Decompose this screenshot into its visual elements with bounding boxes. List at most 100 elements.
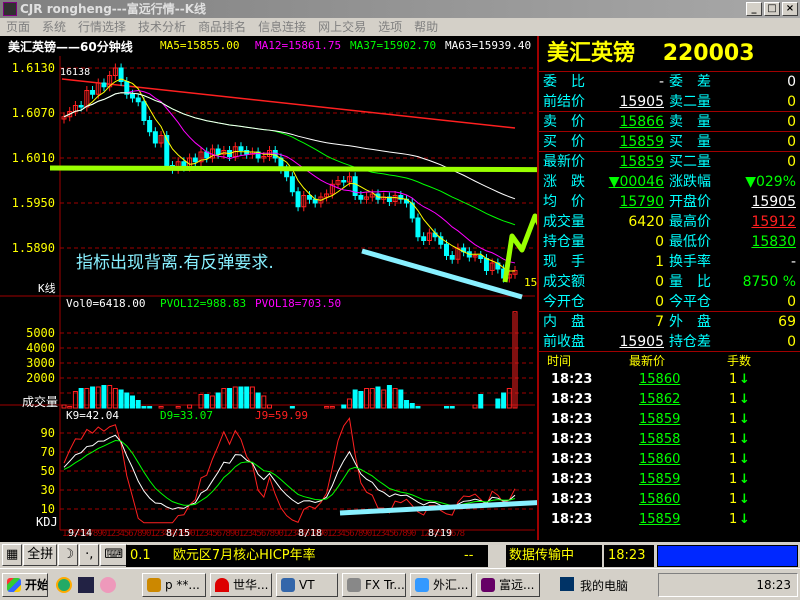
down-arrow-icon: ↓ bbox=[739, 512, 750, 527]
quote-value: ▼00046 bbox=[608, 174, 664, 190]
keyboard-icon[interactable]: ⌨ bbox=[100, 544, 128, 566]
taskbar-item[interactable]: 世华... bbox=[210, 573, 272, 597]
tick-volume: 1 bbox=[729, 492, 738, 507]
tick-row: 18:23 15862 1 ↓ bbox=[539, 390, 800, 410]
close-button[interactable]: × bbox=[782, 2, 798, 16]
quote-value: 15790 bbox=[619, 194, 664, 210]
quote-label: 前收盘 bbox=[543, 334, 585, 350]
quote-row: 均 价 15790 开盘价 15905 bbox=[539, 192, 800, 212]
volume-panel-label: 成交量 bbox=[22, 395, 59, 409]
app-icon bbox=[281, 578, 295, 592]
tick-volume: 1 bbox=[729, 372, 738, 387]
taskbar-item[interactable]: p **... bbox=[142, 573, 206, 597]
volume-bar bbox=[198, 394, 204, 409]
tick-row: 18:23 15860 1 ↓ bbox=[539, 450, 800, 470]
quote-row: 最新价 15859 买二量 0 bbox=[539, 152, 800, 172]
maximize-button[interactable]: □ bbox=[764, 2, 780, 16]
quote-value: 15866 bbox=[619, 114, 664, 130]
avatar-icon[interactable] bbox=[100, 577, 116, 593]
quote-value: - bbox=[658, 74, 664, 90]
volume-bar bbox=[329, 406, 335, 409]
candle bbox=[306, 195, 312, 200]
tick-row: 18:23 15859 1 ↓ bbox=[539, 470, 800, 490]
news-ticker[interactable]: 0.1 欧元区7月核心HICP年率 -- bbox=[126, 545, 488, 567]
ma63-line bbox=[63, 92, 516, 200]
tick-price: 15859 bbox=[639, 412, 681, 427]
start-button[interactable]: 开始 bbox=[2, 573, 48, 597]
quote-value: 15905 bbox=[751, 194, 796, 210]
computer-icon[interactable] bbox=[560, 577, 574, 591]
tick-row: 18:23 15860 1 ↓ bbox=[539, 490, 800, 510]
volume-bar bbox=[267, 404, 273, 409]
quote-value: - bbox=[790, 254, 796, 270]
quote-value: 8750 % bbox=[742, 274, 796, 290]
taskbar-item[interactable]: 外汇... bbox=[410, 573, 472, 597]
status-time: 18:23 bbox=[604, 545, 654, 567]
volume-tick: 5000 bbox=[26, 326, 55, 340]
volume-bar bbox=[187, 404, 193, 409]
volume-bar bbox=[244, 386, 250, 409]
quote-label: 涨跌幅 bbox=[669, 174, 711, 190]
ime-moon-icon[interactable]: ☽ bbox=[58, 544, 79, 566]
news-value: 0.1 bbox=[130, 548, 151, 563]
volume-bar bbox=[204, 394, 210, 409]
quote-value: 0 bbox=[787, 334, 796, 350]
volume-bar bbox=[135, 400, 141, 409]
taskbar-item[interactable]: VT bbox=[276, 573, 338, 597]
rebound-projection-drawing bbox=[502, 213, 537, 283]
volume-bar bbox=[501, 392, 507, 409]
volume-label: Vol0=6418.00 bbox=[66, 297, 146, 310]
ime-mode-button[interactable]: 全拼 bbox=[23, 544, 58, 566]
quote-panel: 美汇英镑 220003 委 比-委 差 0 前结价 15905 卖二量 0 卖 价 15866… bbox=[537, 36, 800, 540]
quote-label: 换手率 bbox=[669, 254, 711, 270]
candle bbox=[295, 191, 301, 208]
show-desktop-icon[interactable] bbox=[78, 577, 94, 593]
ime-logo-icon[interactable]: ▦ bbox=[2, 544, 23, 566]
my-computer-label[interactable]: 我的电脑 bbox=[580, 577, 628, 594]
quote-label: 最低价 bbox=[669, 234, 711, 250]
volume-bar bbox=[130, 395, 136, 409]
candle bbox=[192, 157, 198, 163]
candle bbox=[238, 146, 244, 151]
quote-value: 15905 bbox=[619, 94, 664, 110]
volume-bar bbox=[478, 394, 484, 409]
volume-bar bbox=[341, 404, 347, 409]
quote-value: 0 bbox=[655, 274, 664, 290]
candle bbox=[272, 150, 278, 159]
volume-bar bbox=[147, 406, 153, 409]
volume-bar bbox=[449, 406, 455, 409]
price-tick: 1.6070 bbox=[11, 106, 55, 120]
date-label: 9/14 bbox=[68, 528, 93, 539]
volume-bar bbox=[358, 391, 364, 409]
tick-price: 15860 bbox=[639, 492, 681, 507]
taskbar-item-label: p **... bbox=[165, 578, 200, 592]
candle bbox=[90, 90, 96, 95]
media-player-icon[interactable] bbox=[56, 577, 72, 593]
candle bbox=[415, 217, 421, 238]
ime-punct-button[interactable]: ·, bbox=[79, 544, 100, 566]
j9-label: J9=59.99 bbox=[255, 409, 308, 422]
tick-row: 18:23 15858 1 ↓ bbox=[539, 430, 800, 450]
taskbar-item[interactable]: FX Tr... bbox=[342, 573, 406, 597]
quote-value: 0 bbox=[655, 234, 664, 250]
quote-value: 1 bbox=[655, 254, 664, 270]
volume-bar bbox=[404, 400, 410, 409]
tick-time: 18:23 bbox=[551, 372, 593, 387]
kdj-tick: 70 bbox=[40, 445, 55, 459]
quote-row: 持仓量 0 最低价 15830 bbox=[539, 232, 800, 252]
ticks-header-time: 时间 bbox=[547, 354, 572, 368]
down-arrow-icon: ↓ bbox=[739, 452, 750, 467]
minimize-button[interactable]: _ bbox=[746, 2, 762, 16]
candle bbox=[215, 148, 221, 155]
price-tick: 1.6130 bbox=[11, 61, 55, 75]
taskbar-item[interactable]: 富远... bbox=[476, 573, 540, 597]
tick-price: 15859 bbox=[639, 512, 681, 527]
date-label: 8/15 bbox=[166, 528, 191, 539]
quote-row: 现 手 1 换手率 - bbox=[539, 252, 800, 272]
tick-price: 15860 bbox=[639, 452, 681, 467]
tick-time: 18:23 bbox=[551, 472, 593, 487]
tick-time: 18:23 bbox=[551, 452, 593, 467]
price-trend-line bbox=[361, 248, 523, 300]
news-headline: 欧元区7月核心HICP年率 bbox=[172, 548, 316, 563]
quote-value: 0 bbox=[787, 134, 796, 150]
